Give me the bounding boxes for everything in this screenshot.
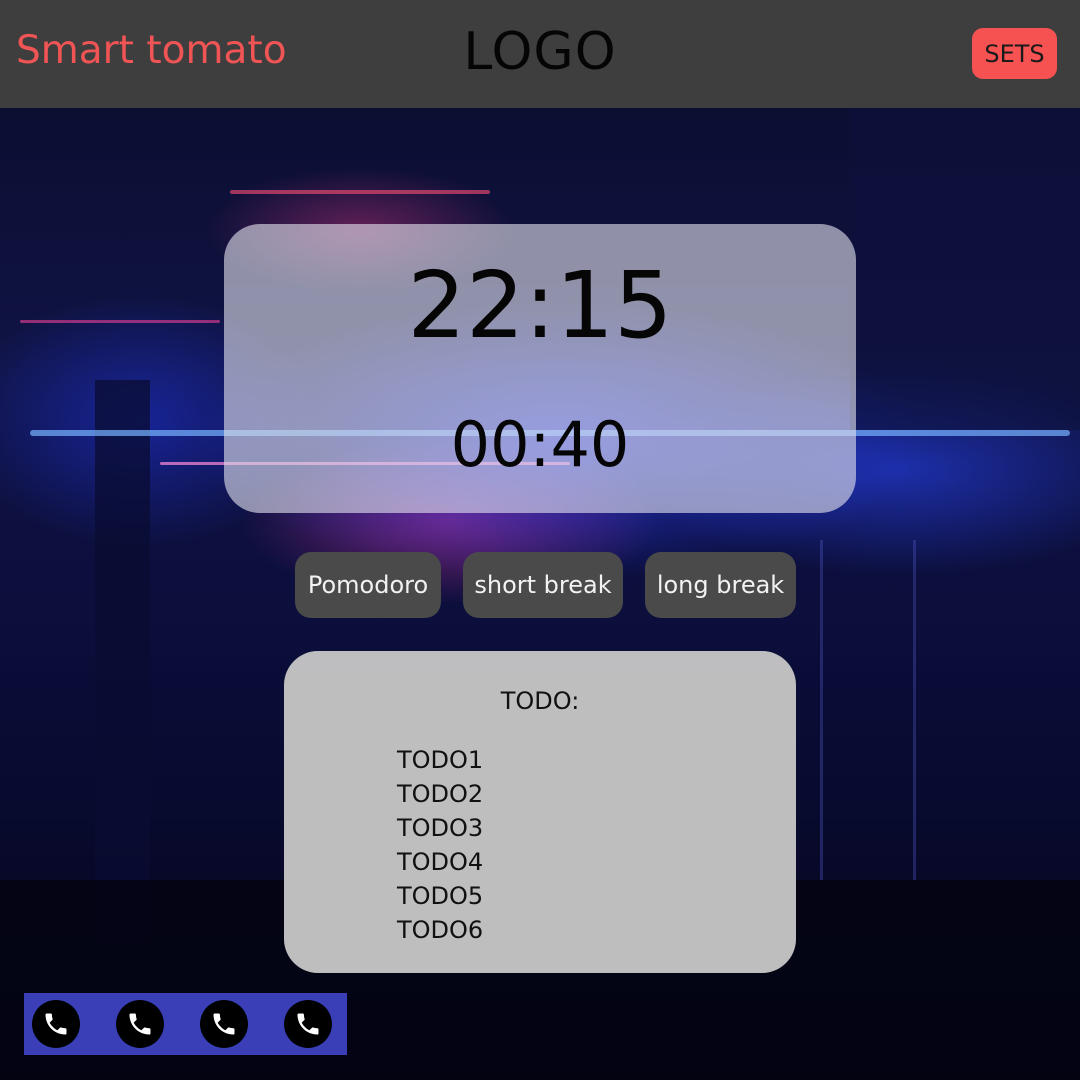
todo-item[interactable]: TODO4 [397, 845, 483, 879]
todo-item[interactable]: TODO1 [397, 743, 483, 777]
phone-icon [297, 1013, 319, 1035]
phone-icon [45, 1013, 67, 1035]
call-button-2[interactable] [116, 1000, 164, 1048]
todo-list: TODO1 TODO2 TODO3 TODO4 TODO5 TODO6 [397, 743, 483, 947]
call-bar [24, 993, 347, 1055]
todo-item[interactable]: TODO3 [397, 811, 483, 845]
short-break-button[interactable]: short break [463, 552, 623, 618]
logo: LOGO [463, 22, 617, 82]
timer-panel: 22:15 00:40 [224, 224, 856, 513]
call-button-3[interactable] [200, 1000, 248, 1048]
todo-title: TODO: [500, 687, 580, 715]
countdown-timer: 00:40 [450, 408, 630, 481]
todo-item[interactable]: TODO5 [397, 879, 483, 913]
pomodoro-button[interactable]: Pomodoro [295, 552, 441, 618]
settings-button[interactable]: SETS [972, 28, 1057, 79]
phone-icon [129, 1013, 151, 1035]
long-break-button[interactable]: long break [645, 552, 796, 618]
todo-item[interactable]: TODO2 [397, 777, 483, 811]
call-button-4[interactable] [284, 1000, 332, 1048]
call-button-1[interactable] [32, 1000, 80, 1048]
phone-icon [213, 1013, 235, 1035]
todo-panel: TODO: TODO1 TODO2 TODO3 TODO4 TODO5 TODO… [284, 651, 796, 973]
todo-item[interactable]: TODO6 [397, 913, 483, 947]
current-time: 22:15 [407, 252, 673, 359]
top-bar: Smart tomato LOGO SETS [0, 0, 1080, 108]
